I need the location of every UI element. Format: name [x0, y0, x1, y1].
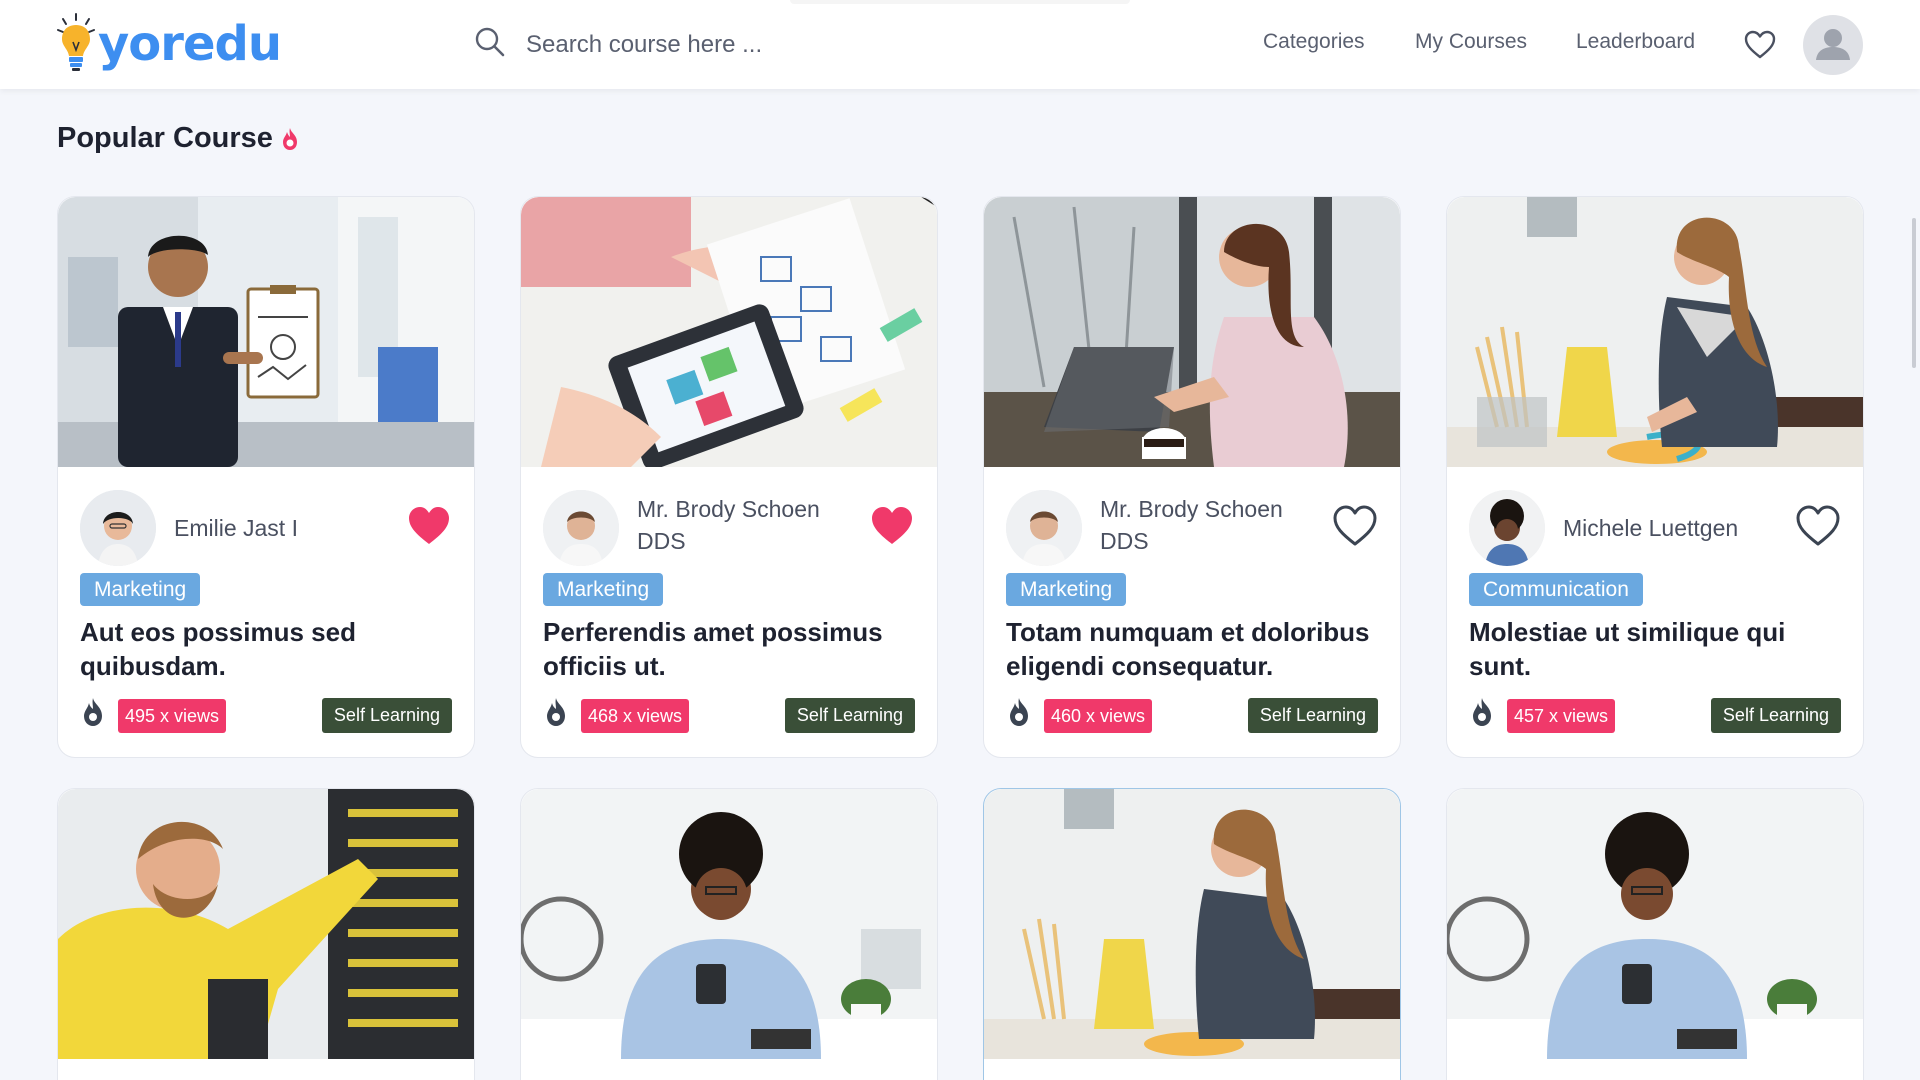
nav-categories[interactable]: Categories [1263, 30, 1365, 54]
search-input[interactable]: Search course here ... [526, 31, 762, 59]
views-badge: 495 x views [118, 699, 227, 733]
course-card[interactable]: Mr. Brody Schoen DDS Marketing Totam num… [983, 196, 1401, 758]
learning-type-badge: Self Learning [784, 698, 915, 733]
user-avatar[interactable] [1803, 15, 1863, 75]
section-title: Popular Course [57, 122, 301, 155]
search-bar[interactable]: Search course here ... [474, 26, 762, 63]
course-thumbnail[interactable] [58, 197, 474, 467]
page-scrollbar[interactable] [1912, 218, 1916, 368]
course-card[interactable]: Mr. Brody Schoen DDS Marketing Perferend… [520, 196, 938, 758]
learning-type-badge: Self Learning [1247, 698, 1378, 733]
learning-type-badge: Self Learning [321, 698, 452, 733]
views-badge: 468 x views [581, 699, 690, 733]
category-tag[interactable]: Marketing [1006, 573, 1127, 606]
author-avatar [1469, 490, 1545, 566]
course-title[interactable]: Molestiae ut similique qui sunt. [1469, 615, 1844, 683]
course-thumbnail[interactable] [58, 789, 474, 1059]
course-card[interactable] [983, 788, 1401, 1080]
course-title[interactable]: Aut eos possimus sed quibusdam. [80, 615, 455, 683]
course-card[interactable] [520, 788, 938, 1080]
course-card[interactable] [57, 788, 475, 1080]
favorite-heart-outline-icon[interactable] [1332, 504, 1378, 548]
fire-icon [543, 697, 569, 732]
course-thumbnail[interactable] [1447, 789, 1863, 1059]
fire-icon [1469, 697, 1495, 732]
nav-leaderboard[interactable]: Leaderboard [1576, 30, 1695, 54]
author-name: Mr. Brody Schoen DDS [637, 496, 820, 554]
author-avatar [543, 490, 619, 566]
category-tag[interactable]: Communication [1469, 573, 1643, 606]
search-icon[interactable] [474, 26, 506, 63]
course-card[interactable] [1446, 788, 1864, 1080]
views-badge: 457 x views [1507, 699, 1616, 733]
author-avatar [1006, 490, 1082, 566]
course-thumbnail[interactable] [984, 789, 1400, 1059]
course-thumbnail[interactable] [521, 789, 937, 1059]
course-card[interactable]: Emilie Jast I Marketing Aut eos possimus… [57, 196, 475, 758]
logo-text: yoredu [98, 16, 282, 72]
nav-my-courses[interactable]: My Courses [1415, 30, 1527, 54]
category-tag[interactable]: Marketing [543, 573, 664, 606]
course-thumbnail[interactable] [521, 197, 937, 467]
course-card[interactable]: Michele Luettgen Communication Molestiae… [1446, 196, 1864, 758]
course-thumbnail[interactable] [1447, 197, 1863, 467]
course-title[interactable]: Perferendis amet possimus officiis ut. [543, 615, 918, 683]
wishlist-heart-icon[interactable] [1744, 30, 1776, 65]
views-badge: 460 x views [1044, 699, 1153, 733]
author-name: Mr. Brody Schoen DDS [1100, 496, 1283, 554]
author-name: Emilie Jast I [174, 515, 298, 541]
header-shadow [790, 0, 1130, 4]
author-avatar [80, 490, 156, 566]
fire-icon [80, 697, 106, 732]
author-name: Michele Luettgen [1563, 515, 1739, 541]
favorite-heart-icon[interactable] [406, 504, 452, 548]
section-title-text: Popular Course [57, 122, 273, 154]
learning-type-badge: Self Learning [1710, 698, 1841, 733]
favorite-heart-outline-icon[interactable] [1795, 504, 1841, 548]
fire-icon [282, 127, 297, 150]
favorite-heart-icon[interactable] [869, 504, 915, 548]
category-tag[interactable]: Marketing [80, 573, 201, 606]
course-thumbnail[interactable] [984, 197, 1400, 467]
logo[interactable]: yoredu [56, 12, 282, 76]
course-title[interactable]: Totam numquam et doloribus eligendi cons… [1006, 615, 1381, 683]
top-nav-bar: yoredu Search course here ... Categories… [0, 0, 1920, 89]
lightbulb-icon [56, 12, 96, 76]
fire-icon [1006, 697, 1032, 732]
